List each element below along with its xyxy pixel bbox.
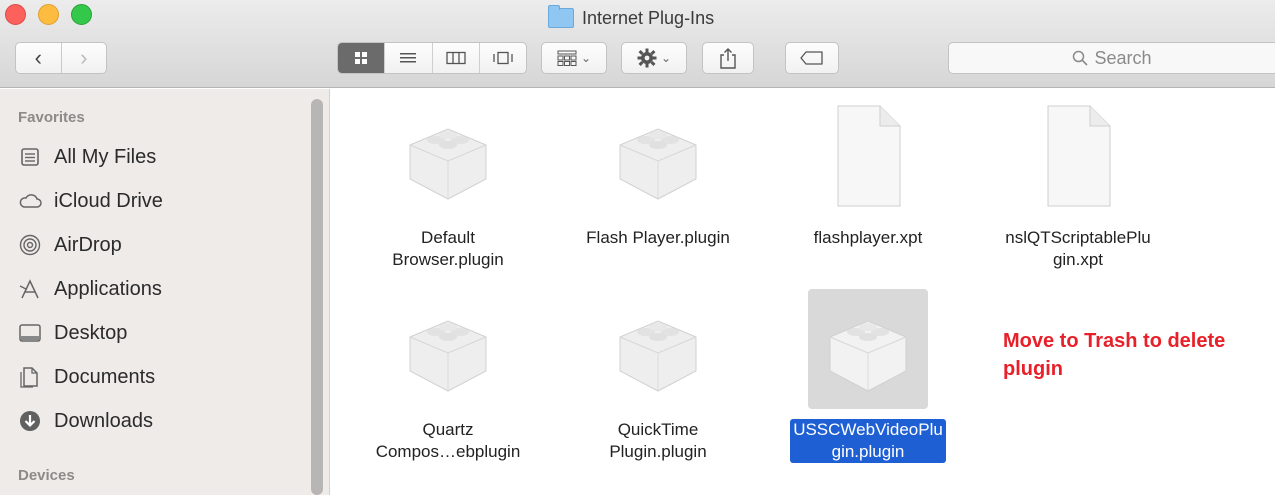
sidebar-item-desktop[interactable]: Desktop xyxy=(18,313,298,353)
chevron-left-icon: ‹ xyxy=(34,45,42,70)
plugin-icon xyxy=(388,97,508,217)
sidebar-item-label: Documents xyxy=(54,365,156,388)
sidebar-section-favorites: Favorites xyxy=(18,109,85,126)
sidebar-item-downloads[interactable]: Downloads xyxy=(18,401,298,441)
coverflow-view-icon xyxy=(493,51,513,65)
sidebar: Favorites All My Files iCloud Drive AirD… xyxy=(0,89,330,495)
file-item-quartz-composer-webplugin[interactable]: Quartz Compos…ebplugin xyxy=(353,289,543,463)
sidebar-scrollbar[interactable] xyxy=(311,99,323,495)
plugin-icon xyxy=(388,289,508,409)
arrange-button[interactable]: ⌄ xyxy=(541,42,607,74)
search-field[interactable]: Search xyxy=(948,42,1275,74)
list-view-button[interactable] xyxy=(384,43,431,73)
file-item-usscwebvideoplugin-plugin[interactable]: USSCWebVideoPlu gin.plugin xyxy=(773,289,963,463)
tag-icon xyxy=(800,51,823,65)
window-title: Internet Plug-Ins xyxy=(548,5,715,30)
sidebar-item-label: iCloud Drive xyxy=(54,189,163,212)
file-item-flashplayer-xpt[interactable]: flashplayer.xpt xyxy=(773,97,963,249)
file-name: flashplayer.xpt xyxy=(813,228,923,247)
sidebar-item-label: Downloads xyxy=(54,409,153,432)
arrange-icon xyxy=(557,50,577,66)
sidebar-section-devices: Devices xyxy=(18,467,75,484)
file-name: nslQTScriptablePlu gin.xpt xyxy=(1005,228,1151,269)
file-item-flash-player-plugin[interactable]: Flash Player.plugin xyxy=(563,97,753,249)
sidebar-item-label: AirDrop xyxy=(54,233,122,256)
tag-button[interactable] xyxy=(785,42,839,74)
share-button[interactable] xyxy=(702,42,754,74)
sidebar-item-applications[interactable]: Applications xyxy=(18,269,298,309)
airdrop-icon xyxy=(18,233,42,257)
close-window-button[interactable] xyxy=(5,4,26,25)
sidebar-item-label: Applications xyxy=(54,277,162,300)
zoom-window-button[interactable] xyxy=(71,4,92,25)
document-icon xyxy=(1018,97,1138,217)
window-title-text: Internet Plug-Ins xyxy=(582,7,715,28)
annotation-text: Move to Trash to delete plugin xyxy=(1003,330,1226,380)
sidebar-item-label: Desktop xyxy=(54,321,128,344)
column-view-button[interactable] xyxy=(431,43,479,73)
documents-icon xyxy=(18,365,42,389)
file-item-quicktime-plugin[interactable]: QuickTime Plugin.plugin xyxy=(563,289,753,463)
chevron-down-icon: ⌄ xyxy=(580,51,592,65)
file-item-default-browser-plugin[interactable]: Default Browser.plugin xyxy=(353,97,543,271)
icon-view-icon xyxy=(355,52,368,64)
plugin-icon xyxy=(808,289,928,409)
sidebar-item-documents[interactable]: Documents xyxy=(18,357,298,397)
action-button[interactable]: ⌄ xyxy=(621,42,687,74)
applications-icon xyxy=(18,277,42,301)
minimize-window-button[interactable] xyxy=(38,4,59,25)
back-forward-buttons: ‹ › xyxy=(15,42,107,74)
sidebar-item-label: All My Files xyxy=(54,145,157,168)
share-icon xyxy=(720,48,736,69)
file-name: Default Browser.plugin xyxy=(392,228,504,269)
coverflow-view-button[interactable] xyxy=(478,43,526,73)
chevron-down-icon: ⌄ xyxy=(660,51,672,65)
plugin-icon xyxy=(598,97,718,217)
view-mode-buttons xyxy=(337,42,527,74)
gear-icon xyxy=(637,48,657,68)
folder-icon xyxy=(548,5,574,28)
file-name: QuickTime Plugin.plugin xyxy=(609,420,707,461)
file-name-selected: USSCWebVideoPlu gin.plugin xyxy=(790,419,946,463)
downloads-icon xyxy=(18,409,42,433)
file-browser-content: Default Browser.plugin Flash Player.plugi… xyxy=(331,89,1275,495)
sidebar-item-all-my-files[interactable]: All My Files xyxy=(18,137,298,177)
desktop-icon xyxy=(18,321,42,345)
search-placeholder: Search xyxy=(1094,47,1152,68)
sidebar-item-icloud-drive[interactable]: iCloud Drive xyxy=(18,181,298,221)
window-toolbar: Internet Plug-Ins ‹ › ⌄ ⌄ Search xyxy=(0,0,1275,88)
back-button[interactable]: ‹ xyxy=(16,43,61,73)
chevron-right-icon: › xyxy=(80,45,88,70)
document-icon xyxy=(808,97,928,217)
forward-button[interactable]: › xyxy=(60,43,107,73)
all-files-icon xyxy=(18,145,42,169)
icon-view-button[interactable] xyxy=(338,43,385,73)
file-name: Flash Player.plugin xyxy=(586,228,730,247)
sidebar-item-airdrop[interactable]: AirDrop xyxy=(18,225,298,265)
list-view-icon xyxy=(400,53,417,63)
file-item-nslqtscriptableplugin-xpt[interactable]: nslQTScriptablePlu gin.xpt xyxy=(983,97,1173,271)
search-icon xyxy=(1073,50,1089,66)
plugin-icon xyxy=(598,289,718,409)
column-view-icon xyxy=(445,51,466,65)
cloud-icon xyxy=(18,189,42,213)
file-name: Quartz Compos…ebplugin xyxy=(375,420,521,461)
